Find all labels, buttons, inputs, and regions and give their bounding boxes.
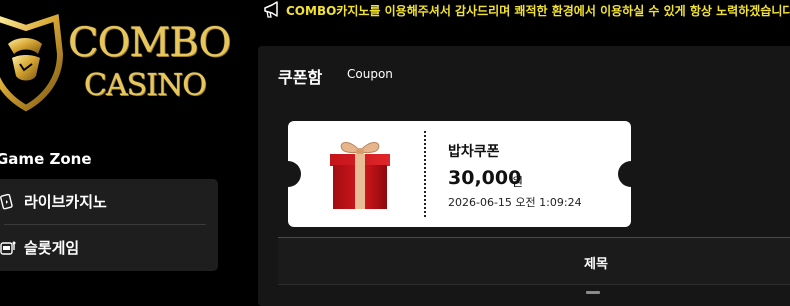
gift-box-icon	[330, 142, 390, 209]
sidebar-item-slot-games[interactable]: 슬롯게임	[0, 225, 218, 270]
table-cell	[586, 291, 600, 294]
coupon-date: 2026-06-15 오전 1:09:24	[448, 196, 582, 209]
notice-text: COMBO카지노를 이용해주셔서 감사드리며 쾌적한 환경에서 이용하실 수 있…	[286, 4, 790, 18]
game-zone-menu: 라이브카지노 슬롯게임	[0, 179, 218, 271]
coupon-card[interactable]: 밥차쿠폰 30,000 원 2026-06-15 오전 1:09:24	[275, 121, 644, 227]
column-header-title: 제목	[584, 257, 608, 272]
sidebar-item-label: 라이브카지노	[24, 193, 107, 211]
cards-icon	[0, 192, 18, 212]
sidebar: COMBO CASINO Game Zone 라이브카지노 슬롯게임	[0, 0, 240, 295]
brand-name-line1: COMBO	[68, 20, 231, 66]
coupon-divider	[424, 131, 426, 217]
slot-machine-icon	[0, 238, 18, 258]
sidebar-item-live-casino[interactable]: 라이브카지노	[0, 179, 218, 224]
game-zone-title: Game Zone	[0, 150, 92, 168]
sidebar-item-label: 슬롯게임	[24, 239, 80, 257]
page-subtitle: Coupon	[347, 67, 393, 81]
table-row[interactable]	[278, 285, 790, 305]
shield-logo-icon	[0, 14, 64, 112]
coupon-unit: 원	[512, 175, 524, 189]
coupon-notch-left	[275, 161, 301, 187]
coupon-notch-right	[618, 161, 644, 187]
brand-logo[interactable]: COMBO CASINO	[0, 6, 231, 116]
notice-bar: COMBO카지노를 이용해주셔서 감사드리며 쾌적한 환경에서 이용하실 수 있…	[240, 0, 790, 22]
coupon-amount: 30,000	[448, 167, 522, 189]
megaphone-icon	[264, 1, 278, 18]
coupon-name: 밥차쿠폰	[448, 144, 500, 160]
table-header: 제목	[278, 237, 790, 285]
brand-name-line2: CASINO	[84, 68, 207, 103]
coupon-panel: 쿠폰함 Coupon 밥차쿠폰 30,000 원 2026-06-15 오전 1…	[258, 46, 790, 306]
page-title: 쿠폰함	[278, 68, 323, 87]
